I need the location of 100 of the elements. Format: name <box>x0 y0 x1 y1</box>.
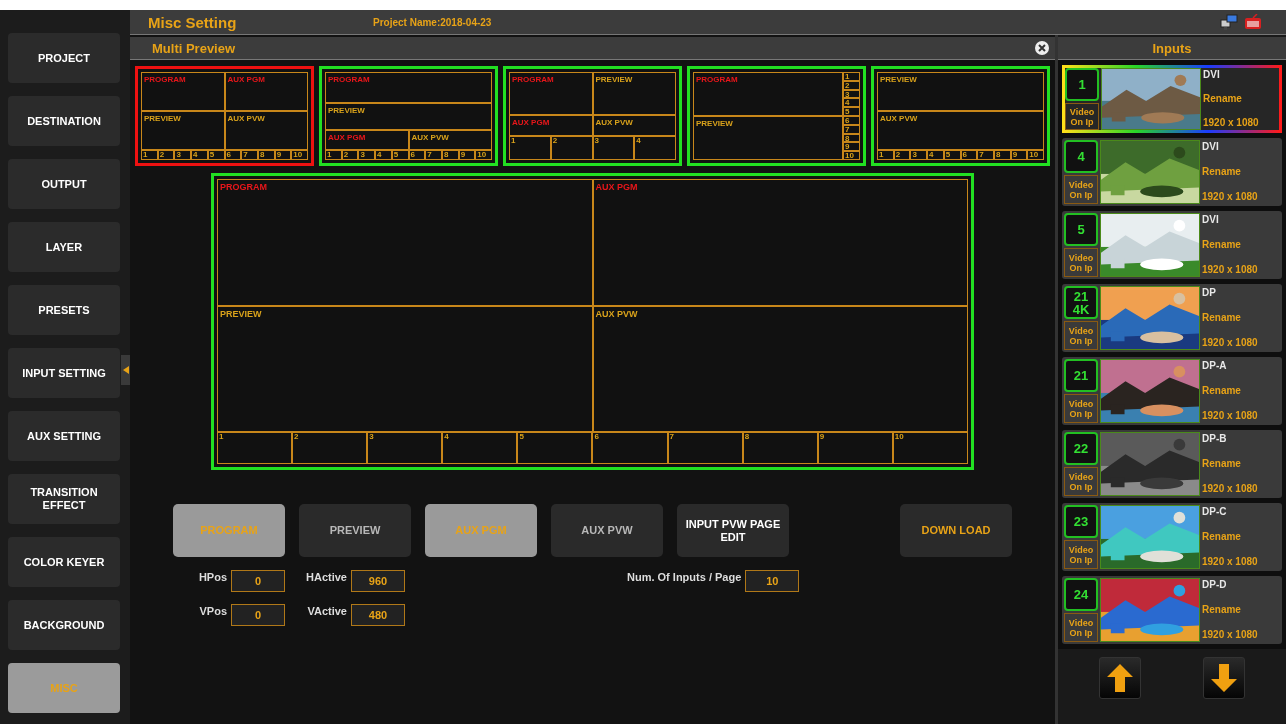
rename-link[interactable]: Rename <box>1202 458 1258 469</box>
input-slot: 7 <box>667 432 743 464</box>
source-badge: Video On Ip <box>1064 175 1098 204</box>
input-slot: 9 <box>458 150 476 160</box>
sidebar-item[interactable]: PROJECT <box>8 33 120 83</box>
layout-region: PROGRAM <box>217 179 593 306</box>
input-slot: 8 <box>843 133 860 143</box>
layout-thumbnail[interactable]: PROGRAM PREVIEW AUX PGM AUX PVW 1 2 3 4 5 6 7 8 9 10 <box>319 66 498 166</box>
number-field[interactable]: 480 <box>351 604 405 626</box>
input-slot: 1 <box>843 72 860 81</box>
close-icon[interactable] <box>1035 41 1049 55</box>
keyboard-icon[interactable] <box>1244 14 1262 30</box>
sidebar-item[interactable]: PRESETS <box>8 285 120 335</box>
resolution-text: 1920 x 1080 <box>1202 483 1258 494</box>
number-text: 23 <box>1073 515 1089 528</box>
input-slot: 7 <box>241 150 258 160</box>
input-slot: 3 <box>367 432 443 464</box>
layout-thumbnail[interactable]: PROGRAM PREVIEW 1 2 3 4 5 6 7 8 9 10 <box>687 66 866 166</box>
rename-link[interactable]: Rename <box>1202 604 1258 615</box>
input-type: DP-B <box>1202 433 1228 444</box>
input-slot: 10 <box>291 150 309 160</box>
input-slot: 5 <box>207 150 225 160</box>
layout-region: PROGRAM <box>693 72 843 116</box>
input-card[interactable]: 24 Video On Ip DP-D Rename 1920 x 1080 <box>1062 576 1282 644</box>
field-label: VPos <box>199 605 227 617</box>
arrow-down-icon <box>1211 664 1237 692</box>
download-button[interactable]: DOWN LOAD <box>900 504 1012 557</box>
field-label: HPos <box>198 571 227 583</box>
input-slot: 5 <box>391 150 409 160</box>
layout-thumbnail[interactable]: PROGRAM PREVIEW AUX PGM AUX PVW 1 2 3 4 <box>503 66 682 166</box>
source-badge: Video On Ip <box>1064 394 1098 423</box>
rename-link[interactable]: Rename <box>1202 385 1258 396</box>
input-slot: 2 <box>341 150 359 160</box>
sidebar-item[interactable]: BACKGROUND <box>8 600 120 650</box>
sidebar-item[interactable]: LAYER <box>8 222 120 272</box>
input-card[interactable]: 22 Video On Ip DP-B Rename 1920 x 1080 <box>1062 430 1282 498</box>
layout-region: AUX PGM <box>509 115 593 136</box>
collapse-handle[interactable] <box>121 355 130 385</box>
input-slot: 2 <box>843 80 860 90</box>
number-field[interactable]: 960 <box>351 570 405 592</box>
layout-thumbnail[interactable]: PREVIEW AUX PVW 1 2 3 4 5 6 7 8 9 10 <box>871 66 1050 166</box>
page-title: Misc Setting <box>148 13 238 31</box>
layout-region: PREVIEW <box>141 111 225 150</box>
input-card[interactable]: 1 Video On Ip DVI Rename 1920 x 1080 <box>1062 65 1282 133</box>
layout-region: AUX PVW <box>592 305 968 432</box>
resolution-text: 1920 x 1080 <box>1202 556 1258 567</box>
input-slot: 8 <box>441 150 459 160</box>
input-slot: 4 <box>191 150 208 160</box>
sidebar-item[interactable]: TRANSITION EFFECT <box>8 474 120 524</box>
source-badge: Video On Ip <box>1064 540 1098 569</box>
edit-button[interactable]: INPUT PVW PAGE EDIT <box>677 504 789 557</box>
toggle-button[interactable]: PREVIEW <box>299 504 411 557</box>
input-type: DVI <box>1203 69 1221 80</box>
scroll-up-button[interactable] <box>1099 657 1141 699</box>
network-icon[interactable] <box>1220 14 1238 30</box>
input-card[interactable]: 21 4K Video On Ip DP Rename 1920 x 1080 <box>1062 284 1282 352</box>
input-slot: 7 <box>843 124 860 134</box>
input-card[interactable]: 5 Video On Ip DVI Rename 1920 x 1080 <box>1062 211 1282 279</box>
number-text: 5 <box>1077 223 1085 236</box>
rename-link[interactable]: Rename <box>1202 239 1258 250</box>
input-slot: 6 <box>960 150 978 160</box>
input-slot: 1 <box>877 150 894 160</box>
triangle-icon <box>122 366 129 374</box>
input-slot: 10 <box>892 432 968 464</box>
layout-thumbnail[interactable]: PROGRAM AUX PGM PREVIEW AUX PVW 1 2 3 4 5 6 7 8 9 10 <box>135 66 314 166</box>
sidebar-item[interactable]: OUTPUT <box>8 159 120 209</box>
input-card[interactable]: 4 Video On Ip DVI Rename 1920 x 1080 <box>1062 138 1282 206</box>
field-label: VActive <box>307 605 347 617</box>
layout-region: PREVIEW <box>693 116 843 160</box>
sidebar-item[interactable]: DESTINATION <box>8 96 120 146</box>
section-title: Multi Preview <box>152 40 236 56</box>
layout-region: PREVIEW <box>592 72 676 116</box>
rename-link[interactable]: Rename <box>1203 93 1259 104</box>
number-field[interactable]: 0 <box>231 570 285 592</box>
toggle-button[interactable]: AUX PVW <box>551 504 663 557</box>
sidebar-item[interactable]: AUX SETTING <box>8 411 120 461</box>
sidebar-item[interactable]: COLOR KEYER <box>8 537 120 587</box>
source-badge: Video On Ip <box>1065 103 1099 130</box>
scroll-down-button[interactable] <box>1203 657 1245 699</box>
input-slot: 3 <box>592 135 635 160</box>
input-slot: 8 <box>742 432 818 464</box>
number-text: 1 <box>1078 78 1086 91</box>
number-text: 21 <box>1073 369 1089 382</box>
input-card[interactable]: 21 Video On Ip DP-A Rename 1920 x 1080 <box>1062 357 1282 425</box>
number-field[interactable]: 10 <box>745 570 800 592</box>
sidebar-item[interactable]: INPUT SETTING <box>8 348 120 398</box>
input-slot: 9 <box>843 142 860 152</box>
resolution-text: 1920 x 1080 <box>1202 264 1258 275</box>
input-slot: 7 <box>977 150 994 160</box>
layout-region: AUX PGM <box>224 72 308 111</box>
rename-link[interactable]: Rename <box>1202 166 1258 177</box>
number-text: 21 <box>1073 289 1089 303</box>
input-type: DP-A <box>1202 360 1228 371</box>
input-card[interactable]: 23 Video On Ip DP-C Rename 1920 x 1080 <box>1062 503 1282 571</box>
input-slot: 4 <box>375 150 392 160</box>
input-slot: 2 <box>893 150 911 160</box>
input-slot: 9 <box>274 150 292 160</box>
rename-link[interactable]: Rename <box>1202 531 1258 542</box>
rename-link[interactable]: Rename <box>1202 312 1258 323</box>
number-field[interactable]: 0 <box>231 604 285 626</box>
